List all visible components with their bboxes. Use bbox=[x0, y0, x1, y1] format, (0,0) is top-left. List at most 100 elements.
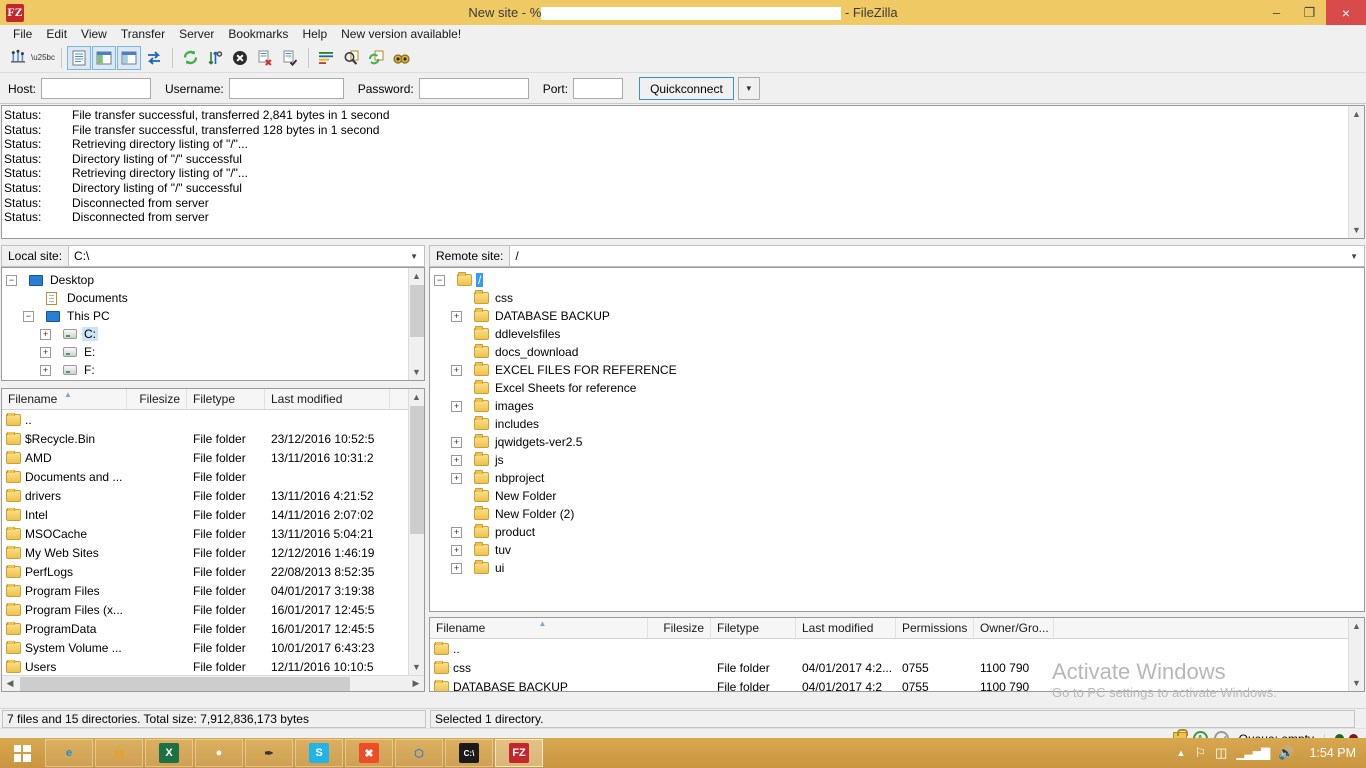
start-button[interactable] bbox=[0, 738, 44, 768]
collapse-icon[interactable]: − bbox=[6, 274, 17, 286]
menu-item-bookmarks[interactable]: Bookmarks bbox=[221, 26, 295, 42]
scroll-down-icon[interactable]: ▼ bbox=[408, 364, 424, 380]
scroll-down-icon[interactable]: ▼ bbox=[1348, 675, 1364, 691]
minimize-button[interactable]: – bbox=[1260, 0, 1293, 25]
table-row[interactable]: My Web Sites File folder 12/12/2016 1:46:1… bbox=[2, 543, 424, 562]
column-header-filetype[interactable]: Filetype bbox=[187, 389, 265, 409]
tree-node[interactable]: + js bbox=[430, 451, 1364, 469]
scroll-down-icon[interactable]: ▼ bbox=[1348, 222, 1364, 238]
column-header-filesize[interactable]: Filesize bbox=[648, 618, 711, 638]
tree-node[interactable]: Excel Sheets for reference bbox=[430, 379, 1364, 397]
table-row[interactable]: Program Files (x... File folder 16/01/2017… bbox=[2, 600, 424, 619]
table-row[interactable]: Program Files File folder 04/01/2017 3:19:… bbox=[2, 581, 424, 600]
expand-icon[interactable]: + bbox=[451, 454, 462, 466]
collapse-icon[interactable]: − bbox=[434, 274, 445, 286]
signal-icon[interactable]: ▁▃▅▇ bbox=[1236, 746, 1270, 760]
cancel-operation-icon[interactable] bbox=[228, 46, 252, 70]
toggle-local-tree-icon[interactable] bbox=[92, 45, 116, 70]
tree-node[interactable]: Documents bbox=[2, 289, 424, 307]
remote-file-list-vscrollbar[interactable]: ▲ ▼ bbox=[1348, 618, 1364, 691]
tree-node[interactable]: + nbproject bbox=[430, 469, 1364, 487]
column-header-filetype[interactable]: Filetype bbox=[711, 618, 796, 638]
toggle-message-log-icon[interactable] bbox=[67, 45, 91, 70]
tree-node[interactable]: + E: bbox=[2, 343, 424, 361]
scroll-up-icon[interactable]: ▲ bbox=[1348, 106, 1364, 122]
column-header-last-modified[interactable]: Last modified bbox=[265, 389, 390, 409]
search-remote-files-icon[interactable] bbox=[389, 46, 413, 70]
host-input[interactable] bbox=[41, 78, 152, 99]
expand-icon[interactable]: + bbox=[451, 472, 462, 484]
site-manager-dropdown-icon[interactable]: \u25bc bbox=[31, 46, 55, 70]
close-button[interactable]: × bbox=[1326, 0, 1366, 25]
tree-node[interactable]: + jqwidgets-ver2.5 bbox=[430, 433, 1364, 451]
menu-item-edit[interactable]: Edit bbox=[39, 26, 74, 42]
quickconnect-button[interactable]: Quickconnect bbox=[639, 77, 734, 100]
local-file-list-hscrollbar[interactable]: ◀ ▶ bbox=[2, 675, 424, 691]
taskbar-item-excel[interactable]: X bbox=[145, 739, 193, 767]
maximize-button[interactable]: ❐ bbox=[1293, 0, 1326, 25]
toggle-transfer-queue-icon[interactable] bbox=[142, 46, 166, 70]
taskbar-item-xampp[interactable]: ✖ bbox=[345, 739, 393, 767]
expand-icon[interactable]: + bbox=[451, 526, 462, 538]
local-file-list[interactable]: Filename ▲ Filesize Filetype Last modified .… bbox=[1, 388, 425, 692]
scroll-thumb[interactable] bbox=[410, 285, 424, 337]
network-flag-icon[interactable]: ⚐ bbox=[1194, 745, 1206, 761]
table-row[interactable]: AMD File folder 13/11/2016 10:31:2 bbox=[2, 448, 424, 467]
refresh-icon[interactable] bbox=[178, 46, 202, 70]
show-hidden-icons-icon[interactable]: ▲ bbox=[1176, 748, 1185, 758]
table-row[interactable]: drivers File folder 13/11/2016 4:21:52 bbox=[2, 486, 424, 505]
column-header-filesize[interactable]: Filesize bbox=[127, 389, 187, 409]
table-row[interactable]: System Volume ... File folder 10/01/2017 6… bbox=[2, 638, 424, 657]
scroll-thumb[interactable] bbox=[410, 406, 424, 534]
column-header-owner-gro[interactable]: Owner/Gro... bbox=[974, 618, 1054, 638]
tree-node[interactable]: New Folder (2) bbox=[430, 505, 1364, 523]
taskbar-item-file-explorer[interactable]: ▤ bbox=[95, 739, 143, 767]
expand-icon[interactable]: + bbox=[451, 364, 462, 376]
synchronized-browsing-icon[interactable] bbox=[364, 46, 388, 70]
username-input[interactable] bbox=[228, 78, 344, 99]
column-header-filename[interactable]: Filename ▲ bbox=[430, 618, 648, 638]
hscroll-track[interactable] bbox=[18, 675, 408, 691]
expand-icon[interactable]: + bbox=[451, 310, 462, 322]
directory-comparison-icon[interactable] bbox=[339, 46, 363, 70]
tree-node[interactable]: + images bbox=[430, 397, 1364, 415]
column-header-last-modified[interactable]: Last modified bbox=[796, 618, 896, 638]
menu-item-server[interactable]: Server bbox=[172, 26, 221, 42]
taskbar-item-internet-explorer[interactable]: e bbox=[45, 739, 93, 767]
table-row[interactable]: Intel File folder 14/11/2016 2:07:02 bbox=[2, 505, 424, 524]
expand-icon[interactable]: + bbox=[40, 364, 51, 376]
local-directory-tree[interactable]: − Desktop Documents − This PC + C: + E: + F: ▲ ▼ bbox=[1, 267, 425, 381]
tree-node[interactable]: + tuv bbox=[430, 541, 1364, 559]
battery-icon[interactable]: ◫ bbox=[1215, 745, 1227, 761]
tree-node[interactable]: − This PC bbox=[2, 307, 424, 325]
taskbar-item-skype[interactable]: S bbox=[295, 739, 343, 767]
scroll-up-icon[interactable]: ▲ bbox=[408, 268, 424, 284]
expand-icon[interactable]: + bbox=[451, 544, 462, 556]
expand-icon[interactable]: + bbox=[451, 400, 462, 412]
site-manager-icon[interactable] bbox=[6, 46, 30, 70]
table-row[interactable]: $Recycle.Bin File folder 23/12/2016 10:52:… bbox=[2, 429, 424, 448]
menu-item-new-version-available[interactable]: New version available! bbox=[334, 26, 468, 42]
quickconnect-dropdown-icon[interactable]: ▼ bbox=[737, 77, 760, 100]
scroll-right-icon[interactable]: ▶ bbox=[408, 676, 424, 692]
local-file-list-vscrollbar[interactable]: ▲ ▼ bbox=[408, 389, 424, 675]
tree-node[interactable]: + ui bbox=[430, 559, 1364, 577]
tree-node[interactable]: − / bbox=[430, 271, 1364, 289]
scroll-thumb[interactable] bbox=[20, 676, 350, 691]
table-row[interactable]: .. bbox=[430, 639, 1364, 658]
table-row[interactable]: ProgramData File folder 16/01/2017 12:45:5 bbox=[2, 619, 424, 638]
tree-node[interactable]: + EXCEL FILES FOR REFERENCE bbox=[430, 361, 1364, 379]
tree-node[interactable]: + DATABASE BACKUP bbox=[430, 307, 1364, 325]
table-row[interactable]: .. bbox=[2, 410, 424, 429]
menu-item-transfer[interactable]: Transfer bbox=[114, 26, 172, 42]
reconnect-icon[interactable] bbox=[278, 46, 302, 70]
local-site-path-combo[interactable]: C:\ ▼ bbox=[69, 245, 425, 267]
table-row[interactable]: DATABASE BACKUP File folder 04/01/2017 4:2… bbox=[430, 677, 1364, 691]
tree-node[interactable]: + product bbox=[430, 523, 1364, 541]
tree-node[interactable]: + C: bbox=[2, 325, 424, 343]
menu-item-view[interactable]: View bbox=[74, 26, 114, 42]
volume-icon[interactable]: 🔊 bbox=[1278, 745, 1294, 761]
scroll-down-icon[interactable]: ▼ bbox=[408, 659, 424, 675]
table-row[interactable]: MSOCache File folder 13/11/2016 5:04:21 bbox=[2, 524, 424, 543]
taskbar-item-virtualbox[interactable]: ⬡ bbox=[395, 739, 443, 767]
